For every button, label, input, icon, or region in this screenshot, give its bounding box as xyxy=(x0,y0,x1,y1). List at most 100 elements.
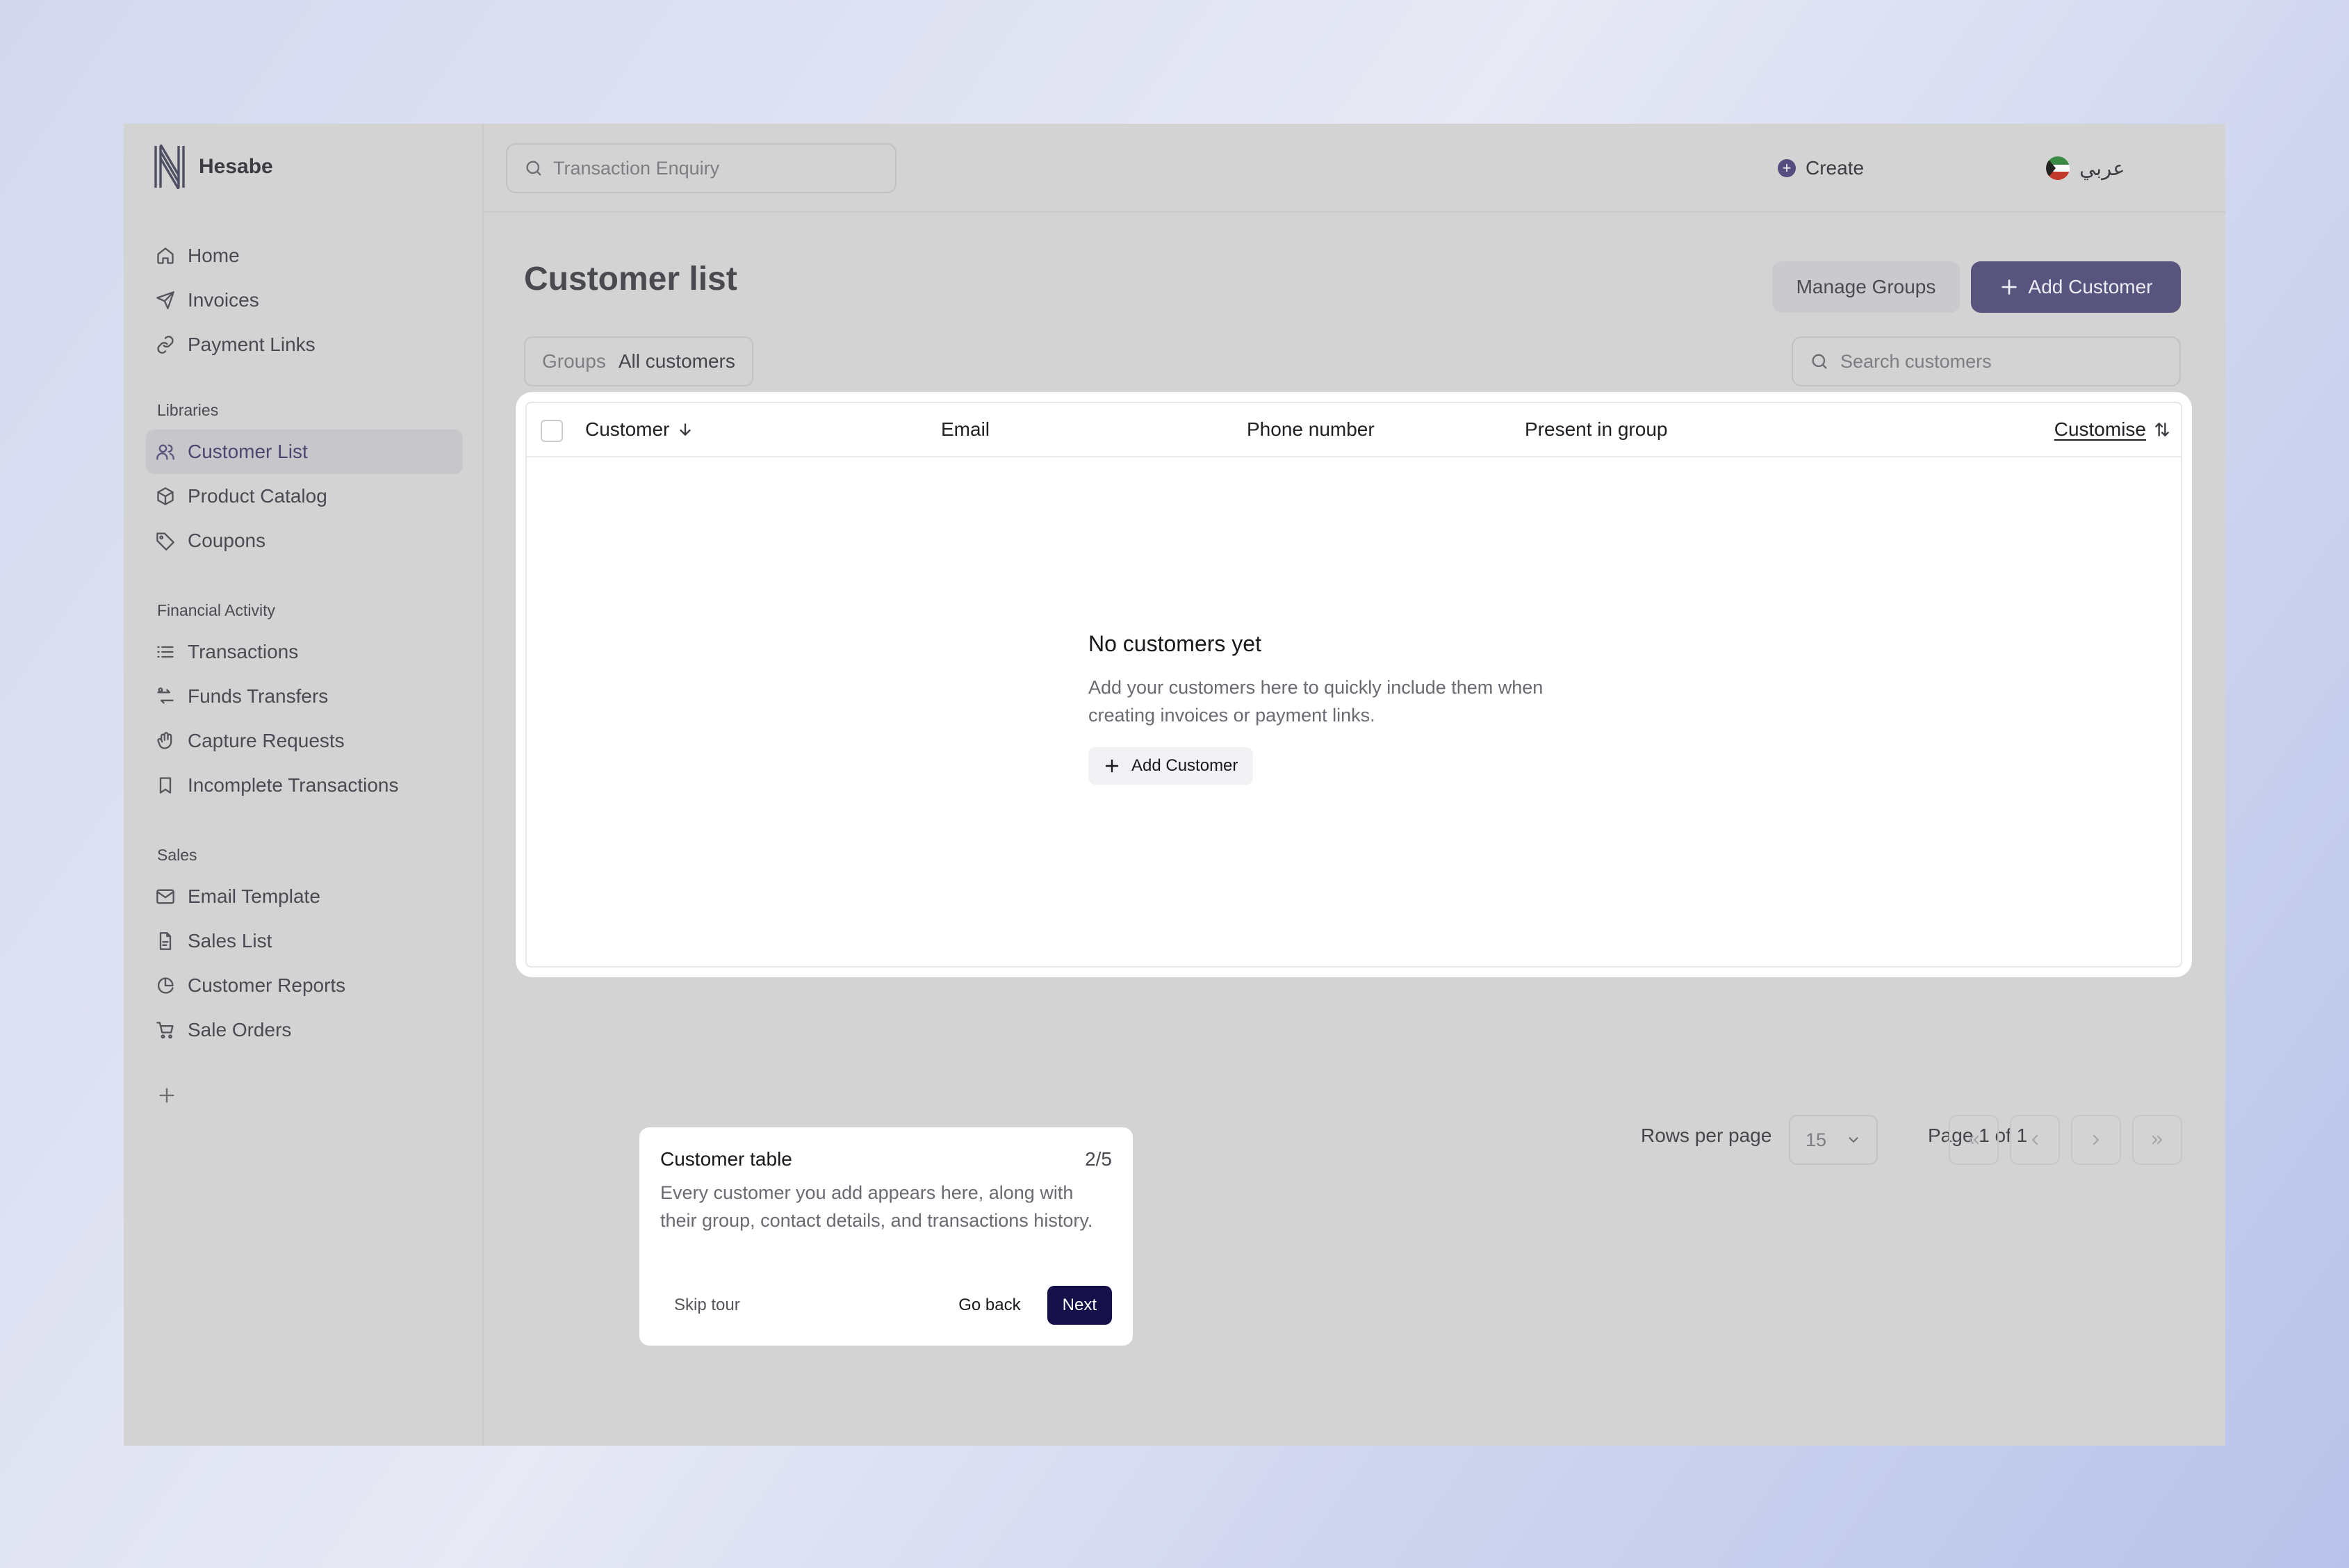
bookmark-icon xyxy=(159,777,172,794)
plus-icon xyxy=(1105,759,1119,773)
pie-icon xyxy=(157,977,174,994)
tour-header: Customer table 2/5 xyxy=(660,1148,1112,1170)
sidebar-item-capture-requests[interactable]: Capture Requests xyxy=(146,719,463,763)
chevrons-left-icon xyxy=(1968,1135,1979,1145)
customer-table-card: Customer Email Phone number Present in g… xyxy=(516,392,2192,977)
language-switch[interactable]: عربي xyxy=(2046,149,2125,188)
kuwait-flag-icon xyxy=(2046,156,2070,180)
app-window: Hesabe Home Invoices Payment Links Libra… xyxy=(124,124,2225,1446)
sidebar-item-label: Sale Orders xyxy=(188,1019,292,1040)
plus-circle-icon: + xyxy=(1778,159,1796,177)
column-header-phone: Phone number xyxy=(1247,418,1375,440)
search-icon xyxy=(526,161,541,176)
sidebar: Hesabe Home Invoices Payment Links Libra… xyxy=(124,124,484,1446)
sidebar-item-label: Payment Links xyxy=(188,334,316,355)
add-customer-button[interactable]: Add Customer xyxy=(1971,261,2181,313)
home-icon xyxy=(157,247,174,264)
manage-groups-button[interactable]: Manage Groups xyxy=(1772,261,1960,313)
sidebar-item-label: Capture Requests xyxy=(188,730,345,751)
sort-arrows-icon xyxy=(2155,423,2169,436)
sidebar-item-customer-reports[interactable]: Customer Reports xyxy=(146,963,463,1008)
select-all-checkbox[interactable] xyxy=(541,420,563,442)
go-back-button[interactable]: Go back xyxy=(958,1296,1020,1315)
empty-add-customer-label: Add Customer xyxy=(1131,756,1238,775)
section-title-sales: Sales xyxy=(157,845,197,864)
sidebar-item-home[interactable]: Home xyxy=(146,234,463,278)
customise-columns-button[interactable]: Customise xyxy=(2054,403,2171,456)
create-button[interactable]: + Create xyxy=(1778,149,1864,188)
empty-state: No customers yet Add your customers here… xyxy=(1088,631,1617,785)
box-icon xyxy=(157,487,174,505)
chevron-right-icon xyxy=(2093,1134,2100,1145)
sidebar-item-label: Home xyxy=(188,245,240,266)
hesabe-logo-icon xyxy=(154,145,185,189)
chevron-down-icon xyxy=(1849,1137,1858,1143)
brand[interactable]: Hesabe xyxy=(153,145,273,189)
hand-icon xyxy=(157,732,172,749)
mail-icon xyxy=(156,889,174,904)
sidebar-item-invoices[interactable]: Invoices xyxy=(146,278,463,322)
empty-add-customer-button[interactable]: Add Customer xyxy=(1088,747,1254,785)
skip-tour-button[interactable]: Skip tour xyxy=(660,1296,740,1315)
search-customers-input[interactable]: Search customers xyxy=(1792,336,2181,386)
topbar: Transaction Enquiry + Create عربي JD xyxy=(484,124,2225,213)
sidebar-item-incomplete-transactions[interactable]: Incomplete Transactions xyxy=(146,763,463,808)
chevrons-right-icon xyxy=(2152,1135,2163,1145)
rows-per-page-label: Rows per page xyxy=(1641,1125,1772,1146)
search-placeholder: Transaction Enquiry xyxy=(553,157,720,179)
sidebar-item-coupons[interactable]: Coupons xyxy=(146,518,463,563)
first-page-button[interactable] xyxy=(1949,1115,1999,1165)
arrow-down-icon xyxy=(680,423,691,436)
last-page-button[interactable] xyxy=(2132,1115,2182,1165)
sidebar-item-label: Customer Reports xyxy=(188,974,346,996)
groups-filter-key: Groups xyxy=(542,350,606,372)
tour-actions: Skip tour Go back Next xyxy=(660,1286,1112,1325)
sidebar-item-sale-orders[interactable]: Sale Orders xyxy=(146,1008,463,1052)
file-icon xyxy=(159,932,172,950)
sidebar-item-label: Sales List xyxy=(188,930,272,952)
search-customers-placeholder: Search customers xyxy=(1840,350,1992,372)
send-icon xyxy=(156,291,174,309)
sales-nav: Sales Email Template Sales List Customer… xyxy=(146,835,463,1052)
next-button[interactable]: Next xyxy=(1047,1286,1112,1325)
transfer-icon xyxy=(157,687,174,704)
section-title-libraries: Libraries xyxy=(157,400,219,419)
libraries-nav: Libraries Customer List Product Catalog … xyxy=(146,391,463,563)
chevron-left-icon xyxy=(2031,1134,2038,1145)
column-header-customer[interactable]: Customer xyxy=(585,403,694,456)
sidebar-item-sales-list[interactable]: Sales List xyxy=(146,919,463,963)
column-header-group: Present in group xyxy=(1525,418,1668,440)
next-page-button[interactable] xyxy=(2071,1115,2121,1165)
sidebar-item-payment-links[interactable]: Payment Links xyxy=(146,322,463,367)
sidebar-item-label: Email Template xyxy=(188,885,320,907)
page-title: Customer list xyxy=(524,261,737,297)
sidebar-item-label: Product Catalog xyxy=(188,485,327,507)
sidebar-item-funds-transfers[interactable]: Funds Transfers xyxy=(146,674,463,719)
customer-table: Customer Email Phone number Present in g… xyxy=(525,402,2182,967)
previous-page-button[interactable] xyxy=(2010,1115,2060,1165)
column-label: Customer xyxy=(585,418,670,440)
sidebar-item-customer-list[interactable]: Customer List xyxy=(146,430,463,474)
tour-step-counter: 2/5 xyxy=(1085,1148,1112,1170)
financial-nav: Financial Activity Transactions Funds Tr… xyxy=(146,591,463,808)
tour-popover: Customer table 2/5 Every customer you ad… xyxy=(639,1127,1133,1346)
groups-filter-value: All customers xyxy=(618,350,735,372)
plus-icon[interactable] xyxy=(157,1086,177,1105)
sidebar-item-product-catalog[interactable]: Product Catalog xyxy=(146,474,463,518)
transaction-enquiry-search[interactable]: Transaction Enquiry xyxy=(506,143,897,193)
tour-body: Every customer you add appears here, alo… xyxy=(660,1182,1093,1231)
sidebar-item-transactions[interactable]: Transactions xyxy=(146,630,463,674)
groups-filter[interactable]: Groups All customers xyxy=(524,336,753,386)
empty-title: No customers yet xyxy=(1088,631,1261,656)
column-header-email: Email xyxy=(941,418,990,440)
rows-per-page-value: 15 xyxy=(1806,1129,1827,1150)
sidebar-item-email-template[interactable]: Email Template xyxy=(146,874,463,919)
sidebar-item-label: Funds Transfers xyxy=(188,685,329,707)
plus-icon xyxy=(2001,279,2017,295)
rows-per-page-select[interactable]: 15 xyxy=(1789,1115,1878,1165)
sidebar-item-label: Invoices xyxy=(188,289,259,311)
language-label: عربي xyxy=(2079,157,2125,180)
brand-name: Hesabe xyxy=(199,155,273,178)
link-icon xyxy=(157,336,174,354)
tag-icon xyxy=(156,532,174,550)
